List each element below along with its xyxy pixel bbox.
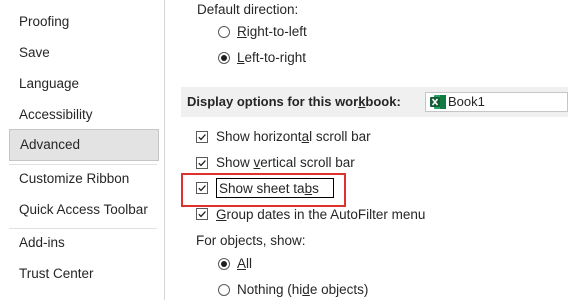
sidebar-item-trust-center[interactable]: Trust Center bbox=[9, 258, 157, 290]
radio-objects-nothing-label[interactable]: Nothing (hide objects) bbox=[237, 282, 368, 297]
sidebar-item-quick-access-toolbar[interactable]: Quick Access Toolbar bbox=[9, 194, 157, 226]
sidebar-item-accessibility[interactable]: Accessibility bbox=[9, 99, 157, 131]
workbook-select[interactable]: Book1 bbox=[425, 92, 568, 112]
sidebar-item-add-ins[interactable]: Add-ins bbox=[9, 227, 157, 259]
checkbox-horizontal-scroll-bar-label[interactable]: Show horizontal scroll bar bbox=[216, 129, 371, 144]
radio-objects-all-label[interactable]: All bbox=[237, 256, 252, 271]
sidebar-item-save[interactable]: Save bbox=[9, 37, 157, 69]
checkbox-vertical-scroll-bar[interactable] bbox=[196, 157, 208, 169]
sidebar-item-customize-ribbon[interactable]: Customize Ribbon bbox=[9, 163, 157, 195]
excel-options-advanced: Proofing Save Language Accessibility Adv… bbox=[0, 0, 568, 300]
sidebar-item-language[interactable]: Language bbox=[9, 68, 157, 100]
radio-left-to-right[interactable] bbox=[218, 52, 230, 64]
sidebar-item-proofing[interactable]: Proofing bbox=[9, 6, 157, 38]
excel-icon bbox=[430, 95, 446, 109]
check-icon bbox=[198, 211, 206, 218]
radio-right-to-left-label[interactable]: Right-to-left bbox=[237, 24, 307, 39]
radio-left-to-right-label[interactable]: Left-to-right bbox=[237, 50, 306, 65]
advanced-options-panel: Default direction: Right-to-left Left-to… bbox=[165, 0, 568, 300]
checkbox-group-dates[interactable] bbox=[196, 208, 208, 220]
sidebar-item-advanced[interactable]: Advanced bbox=[9, 129, 159, 161]
options-sidebar: Proofing Save Language Accessibility Adv… bbox=[0, 0, 164, 300]
check-icon bbox=[198, 134, 206, 141]
workbook-select-value: Book1 bbox=[448, 94, 485, 109]
radio-objects-all[interactable] bbox=[218, 258, 230, 270]
checkbox-vertical-scroll-bar-label[interactable]: Show vertical scroll bar bbox=[216, 155, 355, 170]
radio-objects-nothing[interactable] bbox=[218, 284, 230, 296]
objects-label: For objects, show: bbox=[196, 233, 306, 248]
checkbox-group-dates-label[interactable]: Group dates in the AutoFilter menu bbox=[216, 207, 425, 222]
check-icon bbox=[198, 160, 206, 167]
default-direction-label: Default direction: bbox=[197, 2, 299, 17]
checkbox-horizontal-scroll-bar[interactable] bbox=[196, 131, 208, 143]
highlight-annotation bbox=[181, 173, 346, 207]
workbook-section-title: Display options for this workbook: bbox=[187, 94, 401, 109]
radio-right-to-left[interactable] bbox=[218, 26, 230, 38]
